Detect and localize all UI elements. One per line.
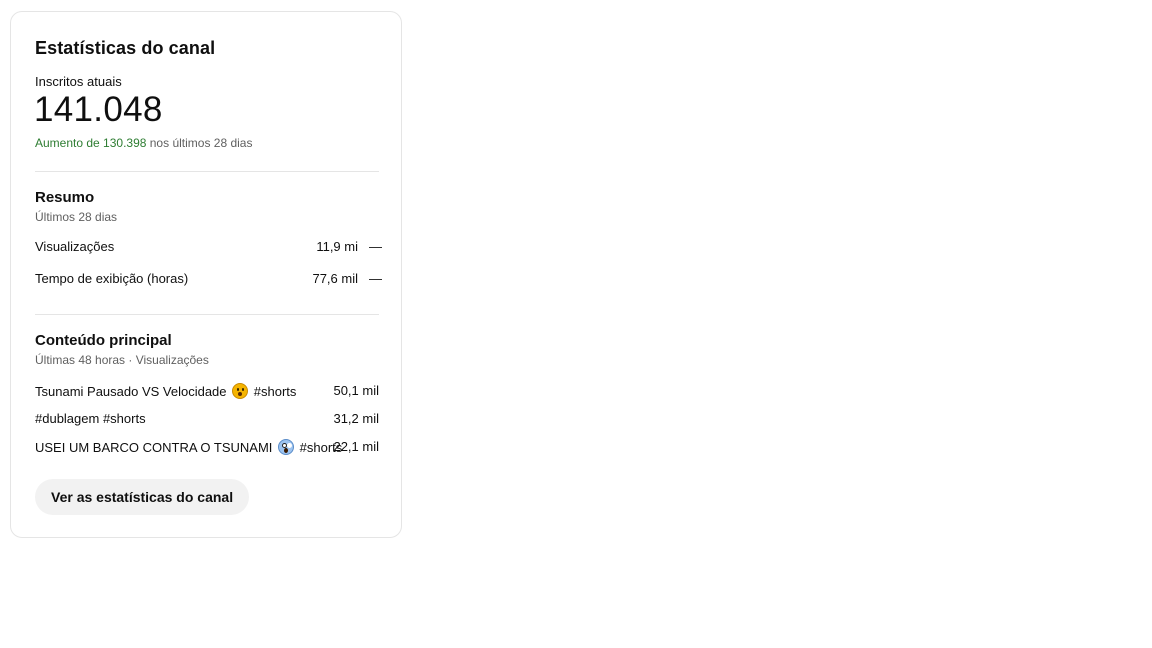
video-views: 31,2 mil <box>333 411 379 426</box>
metric-label: Tempo de exibição (horas) <box>35 271 189 286</box>
metric-label: Visualizações <box>35 239 115 254</box>
video-views: 22,1 mil <box>333 439 379 454</box>
divider <box>35 171 379 172</box>
subscribers-count: 141.048 <box>34 90 163 129</box>
view-channel-analytics-button[interactable]: Ver as estatísticas do canal <box>35 479 250 515</box>
video-title[interactable]: USEI UM BARCO CONTRA O TSUNAMI #shorts <box>35 439 342 455</box>
summary-title: Resumo <box>35 189 95 206</box>
video-views: 50,1 mil <box>333 383 379 398</box>
metric-trend: — <box>369 271 382 286</box>
top-content-item[interactable]: USEI UM BARCO CONTRA O TSUNAMI #shorts 2… <box>35 439 379 459</box>
surprised-face-icon <box>232 383 249 399</box>
video-title[interactable]: Tsunami Pausado VS Velocidade #shorts <box>35 383 296 399</box>
summary-subtitle: Últimos 28 dias <box>35 210 118 224</box>
metric-row-views: Visualizações 11,9 mi — <box>35 239 382 259</box>
metric-value: 77,6 mil <box>312 271 358 286</box>
channel-analytics-card: Estatísticas do canal Inscritos atuais 1… <box>10 11 402 538</box>
card-title: Estatísticas do canal <box>35 38 216 58</box>
top-content-title: Conteúdo principal <box>35 332 172 349</box>
top-content-subtitle: Últimas 48 horas · Visualizações <box>35 353 209 367</box>
divider <box>35 314 379 315</box>
screaming-face-icon <box>278 439 295 455</box>
video-title[interactable]: #dublagem #shorts <box>35 411 146 426</box>
subscribers-change-period: nos últimos 28 dias <box>146 136 253 150</box>
subscribers-label: Inscritos atuais <box>35 74 122 89</box>
top-content-item[interactable]: #dublagem #shorts 31,2 mil <box>35 411 379 431</box>
metric-row-watch-time: Tempo de exibição (horas) 77,6 mil — <box>35 271 382 291</box>
metric-trend: — <box>369 239 382 254</box>
top-content-item[interactable]: Tsunami Pausado VS Velocidade #shorts 50… <box>35 383 379 403</box>
metric-value: 11,9 mi <box>316 239 358 254</box>
subscribers-change: Aumento de 130.398 nos últimos 28 dias <box>35 136 252 150</box>
subscribers-change-amount: Aumento de 130.398 <box>35 136 147 150</box>
